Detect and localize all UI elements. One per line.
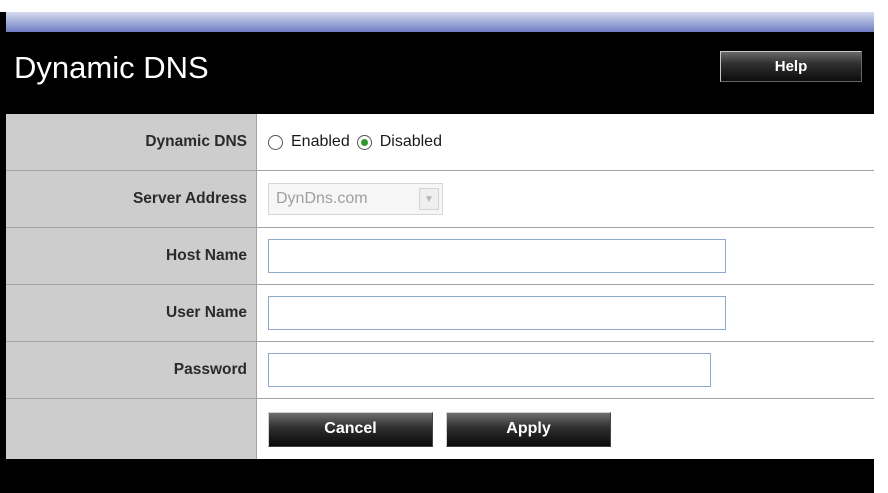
disabled-radio-label[interactable]: Disabled [380, 133, 442, 151]
dynamic-dns-form: Dynamic DNS Enabled Disabled Server Addr… [6, 114, 874, 459]
apply-button[interactable]: Apply [446, 411, 611, 447]
dynamic-dns-label: Dynamic DNS [6, 114, 257, 170]
chevron-down-icon[interactable]: ▼ [419, 188, 439, 210]
form-row-actions: Cancel Apply [6, 399, 874, 459]
password-cell [257, 342, 874, 398]
cancel-button[interactable]: Cancel [268, 411, 433, 447]
radio-selected-icon[interactable] [356, 134, 372, 150]
user-name-label: User Name [6, 285, 257, 341]
server-address-label: Server Address [6, 171, 257, 227]
actions-cell: Cancel Apply [257, 399, 874, 459]
help-button[interactable]: Help [720, 51, 862, 82]
host-name-input[interactable] [268, 239, 726, 273]
actions-label-cell [6, 399, 257, 459]
form-row-server-address: Server Address DynDns.com ▼ [6, 171, 874, 228]
page-title: Dynamic DNS [14, 50, 209, 85]
server-address-select[interactable]: DynDns.com ▼ [268, 183, 443, 215]
enabled-radio-label[interactable]: Enabled [291, 133, 350, 151]
password-label: Password [6, 342, 257, 398]
user-name-cell [257, 285, 874, 341]
server-address-cell: DynDns.com ▼ [257, 171, 874, 227]
page-frame: Dynamic DNS Help Dynamic DNS Enabled Dis… [0, 12, 874, 493]
top-gradient-bar [6, 12, 874, 32]
form-row-dynamic-dns: Dynamic DNS Enabled Disabled [6, 114, 874, 171]
password-input[interactable] [268, 353, 711, 387]
form-row-password: Password [6, 342, 874, 399]
form-row-host-name: Host Name [6, 228, 874, 285]
server-address-value: DynDns.com [276, 190, 368, 207]
dynamic-dns-radio-group: Enabled Disabled [257, 114, 874, 170]
host-name-cell [257, 228, 874, 284]
host-name-label: Host Name [6, 228, 257, 284]
user-name-input[interactable] [268, 296, 726, 330]
form-row-user-name: User Name [6, 285, 874, 342]
radio-unselected-icon[interactable] [268, 134, 283, 150]
